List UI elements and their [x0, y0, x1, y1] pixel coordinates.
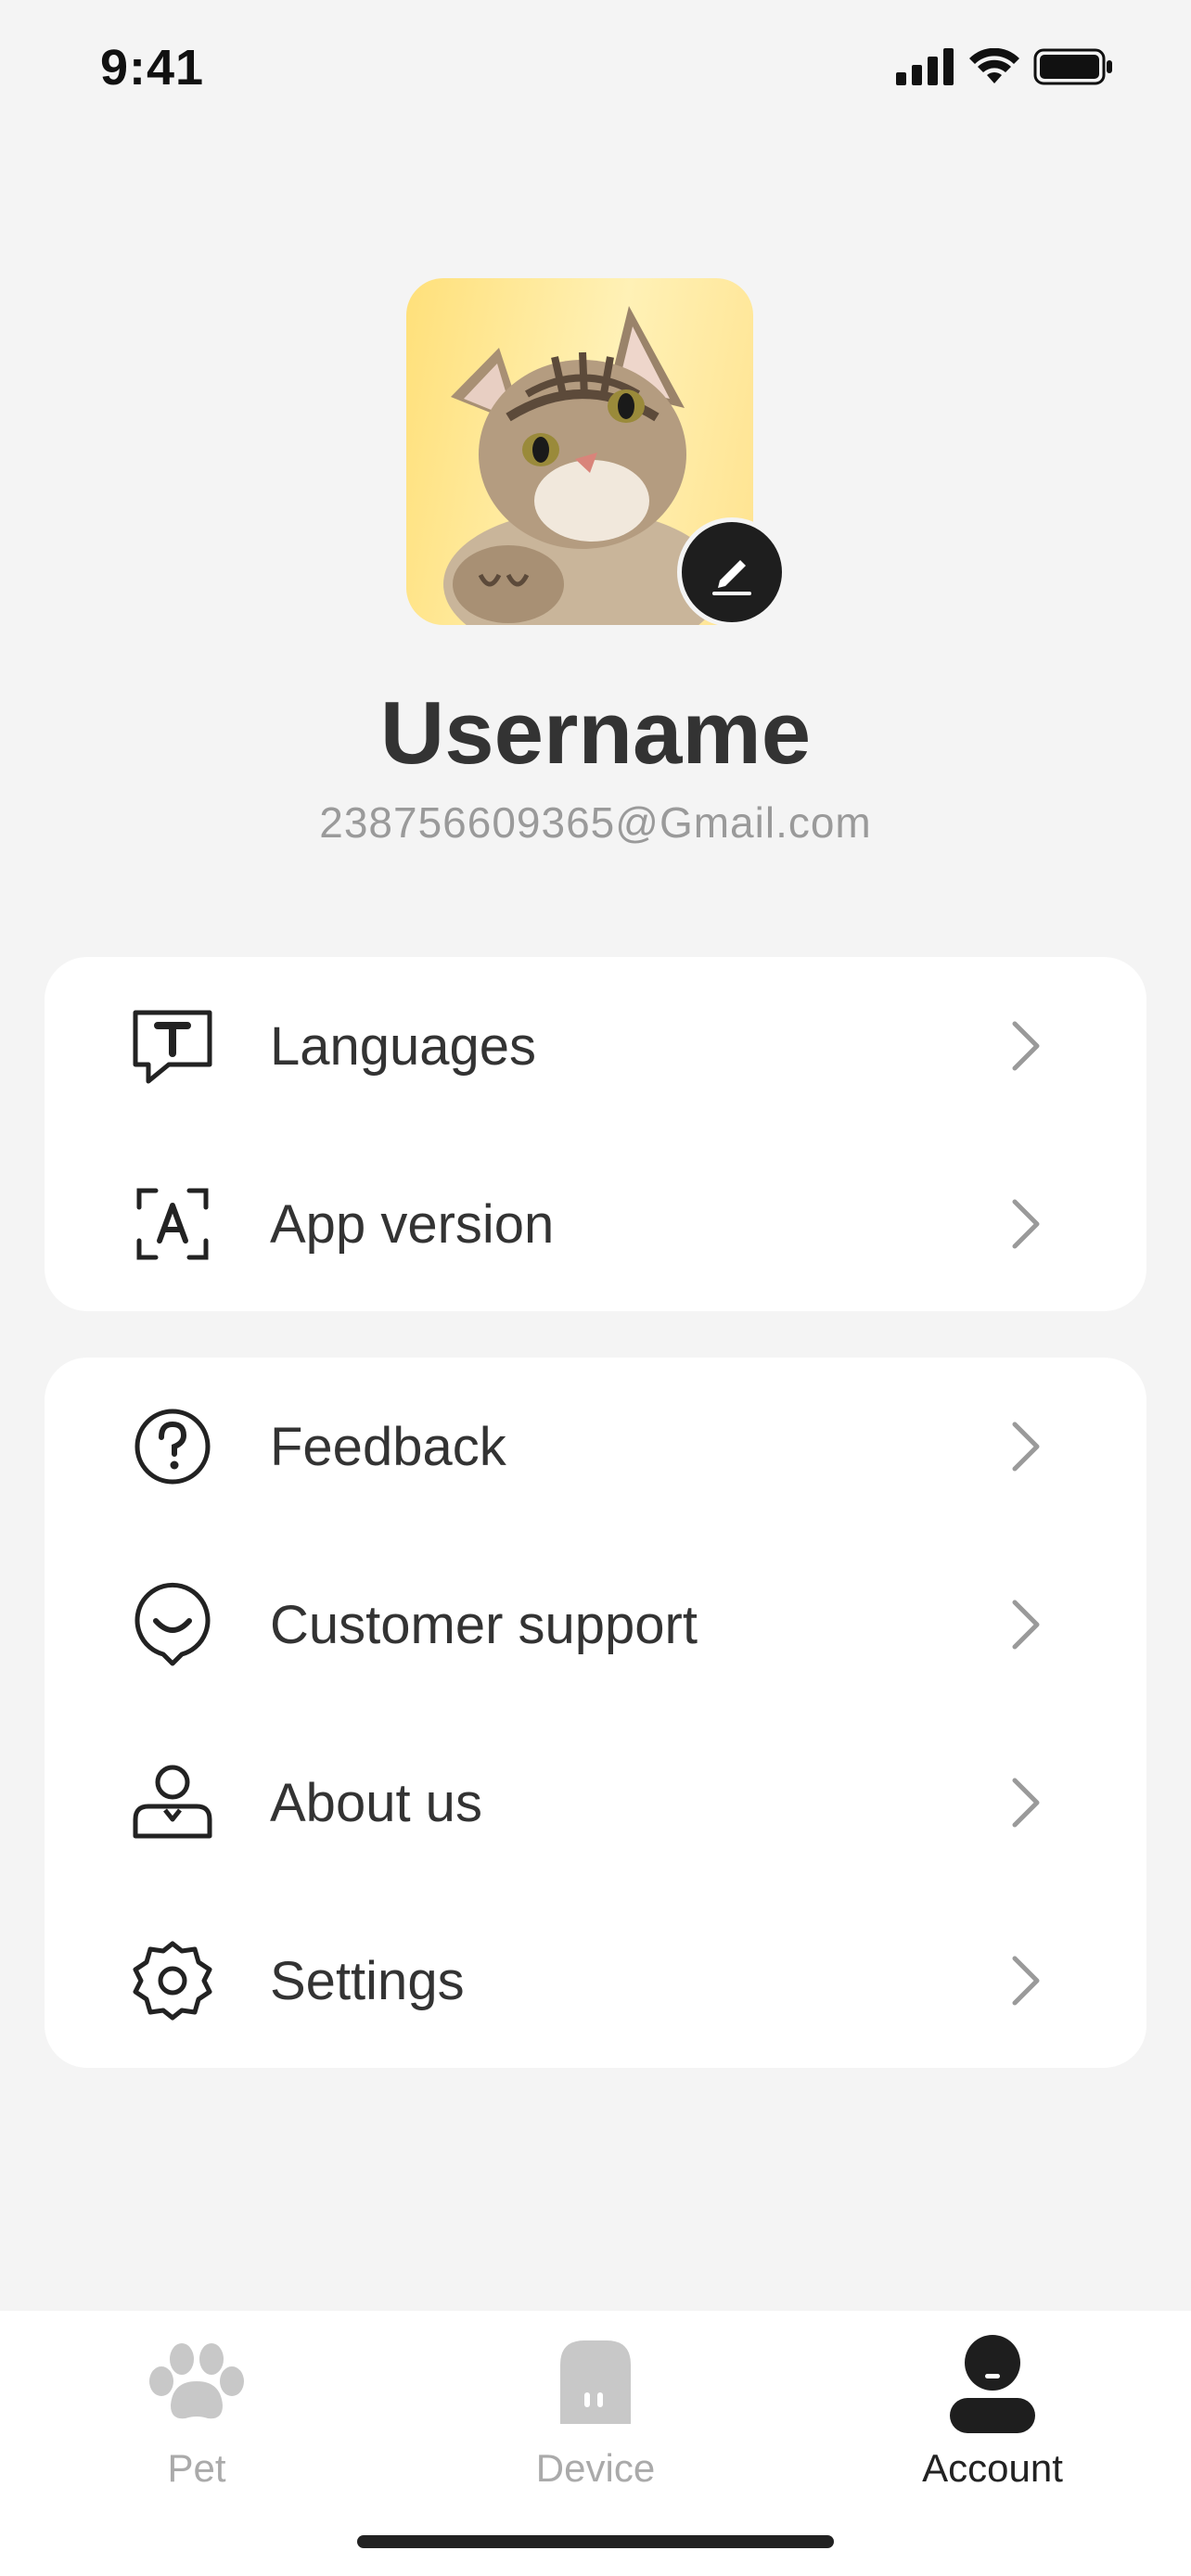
support-chat-icon — [128, 1580, 217, 1669]
gear-icon — [128, 1936, 217, 2025]
tab-label: Pet — [167, 2446, 226, 2490]
chevron-right-icon — [1012, 1422, 1040, 1472]
chevron-right-icon — [1012, 1199, 1040, 1249]
menu-item-customer-support[interactable]: Customer support — [45, 1536, 1146, 1714]
menu-item-app-version[interactable]: App version — [45, 1135, 1146, 1313]
settings-card-general: Languages App version — [45, 957, 1146, 1311]
paw-icon — [149, 2343, 244, 2419]
menu-item-label: App version — [270, 1193, 555, 1255]
tab-pet[interactable]: Pet — [58, 2311, 336, 2496]
battery-icon — [1033, 48, 1112, 85]
text-bubble-icon — [128, 1001, 217, 1090]
chevron-right-icon — [1012, 1956, 1040, 2006]
menu-item-about-us[interactable]: About us — [45, 1714, 1146, 1892]
menu-item-label: Feedback — [270, 1416, 506, 1477]
signal-icon — [896, 48, 954, 85]
version-frame-icon — [128, 1180, 217, 1269]
chevron-right-icon — [1012, 1021, 1040, 1071]
profile-avatar[interactable] — [406, 278, 787, 627]
person-icon — [128, 1758, 217, 1847]
menu-item-feedback[interactable]: Feedback — [45, 1358, 1146, 1536]
menu-item-label: Customer support — [270, 1594, 698, 1655]
menu-item-label: Languages — [270, 1015, 537, 1077]
username: Username — [379, 683, 812, 783]
menu-item-label: About us — [270, 1772, 482, 1833]
tab-device[interactable]: Device — [456, 2311, 735, 2496]
home-indicator — [357, 2535, 834, 2548]
user-email: 238756609365@Gmail.com — [319, 798, 872, 847]
menu-item-languages[interactable]: Languages — [45, 957, 1146, 1135]
chevron-right-icon — [1012, 1600, 1040, 1650]
menu-item-settings[interactable]: Settings — [45, 1892, 1146, 2070]
menu-item-label: Settings — [270, 1950, 465, 2011]
pencil-icon — [712, 560, 751, 595]
chevron-right-icon — [1012, 1778, 1040, 1828]
settings-card-support: Feedback Customer support About us Setti… — [45, 1358, 1146, 2068]
tab-account[interactable]: Account — [853, 2311, 1132, 2496]
device-icon — [560, 2340, 631, 2424]
question-circle-icon — [128, 1402, 217, 1491]
wifi-icon — [969, 48, 1019, 83]
account-icon — [950, 2335, 1035, 2433]
status-time: 9:41 — [100, 40, 205, 96]
tab-label: Account — [922, 2446, 1063, 2490]
status-bar: 9:41 — [0, 0, 1191, 139]
edit-avatar-button[interactable] — [677, 517, 787, 627]
tab-label: Device — [535, 2446, 656, 2490]
